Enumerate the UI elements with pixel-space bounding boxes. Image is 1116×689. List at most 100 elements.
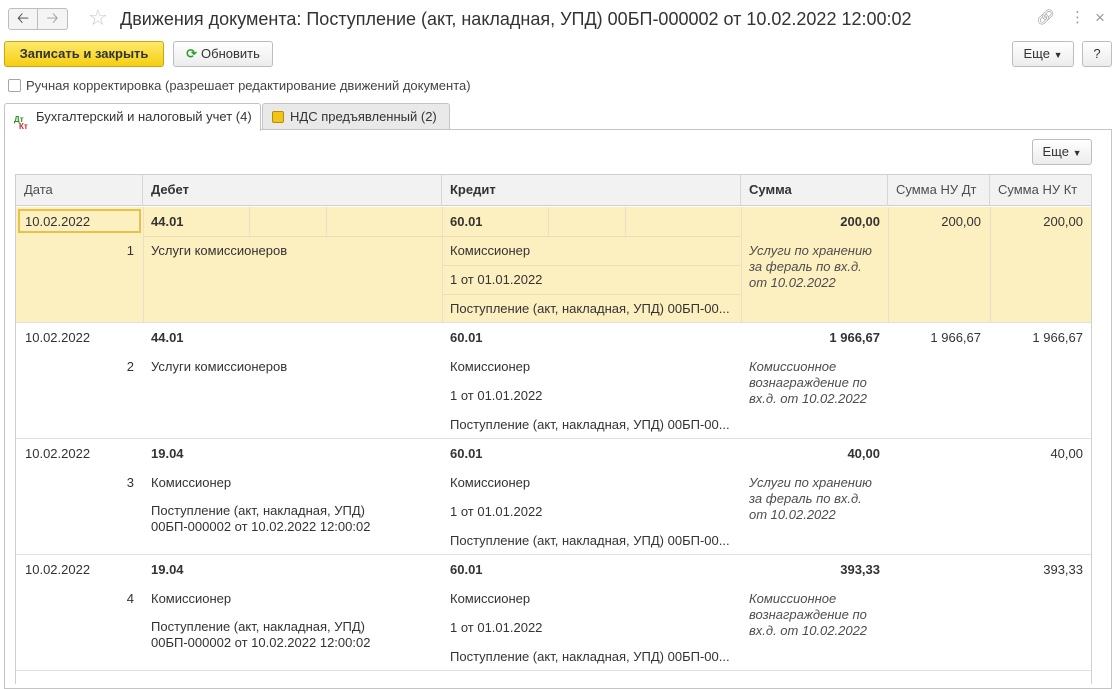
chevron-down-icon: ▼ [1053, 50, 1063, 60]
row-number: 4 [126, 591, 134, 606]
row-nu-kt: 40,00 [1050, 446, 1083, 461]
row-nu-kt: 393,33 [1043, 562, 1083, 577]
row-amount: 40,00 [847, 446, 880, 461]
title-bar: 🡠 🡢 ☆ Движения документа: Поступление (а… [0, 0, 1116, 38]
row-date: 10.02.2022 [25, 446, 91, 461]
manual-correction-checkbox[interactable] [8, 79, 21, 92]
column-header-nu-kt[interactable]: Сумма НУ Кт [990, 175, 1091, 206]
column-header-amount[interactable]: Сумма [741, 175, 888, 206]
debit-subconto: 00БП-000002 от 10.02.2022 12:00:02 [151, 519, 371, 534]
debit-subconto: Комиссионер [151, 475, 232, 490]
credit-subconto: Поступление (акт, накладная, УПД) 00БП-0… [450, 301, 730, 316]
credit-account: 60.01 [450, 330, 483, 345]
row-divider [442, 265, 741, 266]
row-number: 3 [126, 475, 134, 490]
chevron-down-icon: ▼ [1072, 148, 1082, 158]
row-date: 10.02.2022 [25, 214, 91, 229]
credit-subconto: Комиссионер [450, 359, 531, 374]
table-row[interactable]: 10.02.2022 2 44.01 Услуги комиссионеров … [16, 323, 1091, 439]
row-nu-dt: 200,00 [941, 214, 981, 229]
column-divider [888, 207, 889, 323]
row-date: 10.02.2022 [25, 562, 91, 577]
arrow-right-icon: 🡢 [46, 10, 59, 27]
help-label: ? [1093, 46, 1101, 61]
more-button[interactable]: Еще ▼ [1012, 41, 1074, 67]
row-date: 10.02.2022 [25, 330, 91, 345]
save-and-close-button[interactable]: Записать и закрыть [4, 41, 164, 67]
manual-correction-label: Ручная корректировка (разрешает редактир… [26, 78, 471, 93]
credit-account: 60.01 [450, 446, 483, 461]
column-divider [741, 207, 742, 323]
row-content: вх.д. от 10.02.2022 [749, 623, 868, 638]
row-content: Услуги по хранению [749, 475, 872, 490]
window-title: Движения документа: Поступление (акт, на… [120, 9, 912, 29]
row-content: от 10.02.2022 [749, 275, 836, 290]
credit-subconto: Поступление (акт, накладная, УПД) 00БП-0… [450, 417, 730, 432]
column-header-nu-dt[interactable]: Сумма НУ Дт [888, 175, 990, 206]
tab-accounting[interactable]: Дт Кт Бухгалтерский и налоговый учет (4) [4, 103, 261, 131]
dt-kt-icon: Дт Кт [14, 115, 28, 131]
row-number: 2 [126, 359, 134, 374]
debit-subconto: Комиссионер [151, 591, 232, 606]
refresh-label: Обновить [201, 46, 260, 61]
row-content: Комиссионное [749, 359, 837, 374]
debit-subconto: Услуги комиссионеров [151, 359, 288, 374]
debit-account: 44.01 [151, 330, 184, 345]
credit-subconto: Поступление (акт, накладная, УПД) 00БП-0… [450, 533, 730, 548]
debit-account: 44.01 [151, 214, 184, 229]
column-header-credit[interactable]: Кредит [442, 175, 741, 206]
debit-subconto: 00БП-000002 от 10.02.2022 12:00:02 [151, 635, 371, 650]
table-row[interactable]: 10.02.2022 4 19.04 Комиссионер Поступлен… [16, 555, 1091, 671]
column-header-date[interactable]: Дата [16, 175, 143, 206]
row-amount: 393,33 [840, 562, 880, 577]
credit-subconto: Поступление (акт, накладная, УПД) 00БП-0… [450, 649, 730, 664]
refresh-button[interactable]: ⟳ Обновить [173, 41, 273, 67]
debit-subconto: Услуги комиссионеров [151, 243, 288, 258]
row-nu-kt: 200,00 [1043, 214, 1083, 229]
credit-subconto: 1 от 01.01.2022 [450, 620, 543, 635]
close-icon[interactable]: × [1095, 9, 1105, 27]
link-icon[interactable]: 🔗︎ [1036, 9, 1055, 27]
row-nu-dt: 1 966,67 [930, 330, 981, 345]
forward-button[interactable]: 🡢 [38, 8, 68, 30]
row-content: Комиссионное [749, 591, 837, 606]
column-header-debit[interactable]: Дебет [143, 175, 442, 206]
subconto-divider [625, 207, 626, 236]
credit-subconto: 1 от 01.01.2022 [450, 388, 543, 403]
table-header: Дата Дебет Кредит Сумма Сумма НУ Дт Сумм… [16, 175, 1091, 206]
credit-subconto: 1 от 01.01.2022 [450, 272, 543, 287]
row-amount: 200,00 [840, 214, 880, 229]
movements-table: Дата Дебет Кредит Сумма Сумма НУ Дт Сумм… [15, 174, 1092, 684]
tab-vat[interactable]: НДС предъявленный (2) [262, 103, 450, 130]
credit-account: 60.01 [450, 562, 483, 577]
debit-account: 19.04 [151, 446, 184, 461]
row-content: за фераль по вх.д. [749, 259, 862, 274]
more-vertical-icon[interactable]: ⋮ [1070, 9, 1085, 27]
row-content: вознаграждение по [749, 375, 867, 390]
table-row[interactable]: 10.02.2022 3 19.04 Комиссионер Поступлен… [16, 439, 1091, 555]
row-nu-kt: 1 966,67 [1032, 330, 1083, 345]
debit-subconto: Поступление (акт, накладная, УПД) [151, 619, 365, 634]
table-row[interactable]: 10.02.2022 1 44.01 Услуги комиссионеров … [16, 207, 1091, 323]
back-button[interactable]: 🡠 [8, 8, 38, 30]
credit-subconto: Комиссионер [450, 591, 531, 606]
table-more-button[interactable]: Еще ▼ [1032, 139, 1092, 165]
table-more-label: Еще [1042, 144, 1069, 159]
row-content: вознаграждение по [749, 607, 867, 622]
more-label: Еще [1023, 46, 1050, 61]
row-divider [442, 294, 741, 295]
save-and-close-label: Записать и закрыть [19, 46, 149, 61]
row-number: 1 [126, 243, 134, 258]
row-content: за фераль по вх.д. [749, 491, 862, 506]
subconto-divider [249, 207, 250, 236]
star-icon[interactable]: ☆ [88, 6, 108, 30]
row-content: вх.д. от 10.02.2022 [749, 391, 868, 406]
row-amount: 1 966,67 [829, 330, 880, 345]
row-divider [442, 236, 741, 237]
row-content: от 10.02.2022 [749, 507, 836, 522]
help-button[interactable]: ? [1082, 41, 1112, 67]
debit-subconto: Поступление (акт, накладная, УПД) [151, 503, 365, 518]
manual-correction[interactable]: Ручная корректировка (разрешает редактир… [8, 78, 471, 94]
row-divider [143, 236, 442, 237]
refresh-icon: ⟳ [186, 46, 198, 61]
